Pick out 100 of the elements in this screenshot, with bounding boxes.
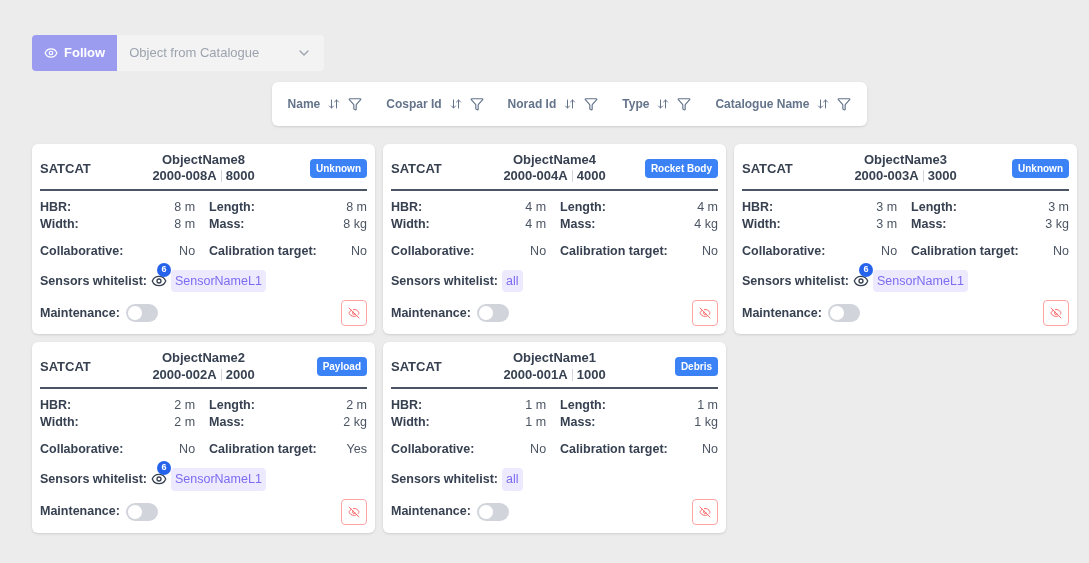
field-value: 1 m: [525, 413, 547, 431]
field-value: No: [178, 440, 196, 458]
field-value: 4 m: [696, 198, 718, 216]
field-value: 2 m: [174, 413, 196, 431]
maintenance-toggle[interactable]: [125, 304, 158, 323]
sensor-tag: all: [502, 269, 523, 293]
catalogue-name: SATCAT: [40, 357, 92, 376]
field-label: Sensors whitelist:: [40, 470, 147, 488]
eye-off-icon: [699, 307, 711, 320]
field-label: Mass:: [911, 215, 948, 233]
maintenance-toggle[interactable]: [827, 304, 860, 323]
norad-id: 3000: [927, 168, 957, 185]
field-label: HBR:: [391, 198, 424, 216]
field-value: 3 m: [876, 198, 898, 216]
cospar-id: 2000-008A: [152, 168, 217, 185]
hide-button[interactable]: [692, 498, 718, 525]
field-label: Sensors whitelist:: [742, 272, 849, 290]
field-value: No: [350, 242, 367, 260]
field-label: Width:: [391, 215, 431, 233]
cospar-id: 2000-001A: [503, 366, 568, 383]
catalogue-select[interactable]: Object from Catalogue: [117, 35, 325, 71]
column-name: Norad Id: [507, 96, 557, 113]
filter-icon[interactable]: [677, 97, 692, 111]
field-value: Yes: [345, 440, 367, 458]
filter-icon[interactable]: [584, 97, 599, 111]
maintenance-toggle[interactable]: [125, 502, 158, 521]
object-name: ObjectName2: [161, 350, 246, 367]
sort-icon[interactable]: [449, 98, 462, 110]
field-label: Sensors whitelist:: [391, 272, 498, 290]
field-value: No: [529, 242, 547, 260]
field-label: Width:: [742, 215, 782, 233]
field-value: 8 m: [345, 198, 367, 216]
sensor-tag: SensorNameL1: [171, 269, 266, 293]
field-label: Mass:: [209, 413, 246, 431]
field-label: Maintenance:: [742, 304, 822, 322]
filter-icon[interactable]: [837, 97, 852, 111]
count-badge: 6: [859, 262, 873, 277]
object-name: ObjectName4: [512, 152, 597, 169]
hide-button[interactable]: [341, 498, 367, 525]
field-value: 1 m: [696, 396, 718, 414]
follow-button[interactable]: Follow: [32, 35, 118, 71]
hide-button[interactable]: [1043, 300, 1069, 327]
maintenance-toggle[interactable]: [476, 304, 509, 323]
cospar-id: 2000-003A: [854, 168, 919, 185]
maintenance-toggle[interactable]: [476, 502, 509, 521]
field-label: Maintenance:: [40, 304, 120, 322]
field-label: Calibration target:: [560, 242, 669, 260]
catalogue-name: SATCAT: [40, 159, 92, 178]
column-name: Cospar Id: [386, 96, 442, 113]
field-label: HBR:: [742, 198, 775, 216]
field-label: Length:: [209, 396, 256, 414]
sort-icon[interactable]: [657, 98, 670, 110]
eye-off-icon: [1050, 307, 1062, 320]
field-value: 2 kg: [343, 413, 367, 431]
filter-icon[interactable]: [348, 97, 363, 111]
type-badge: Rocket Body: [644, 158, 718, 178]
object-name: ObjectName1: [512, 350, 597, 367]
sort-icon[interactable]: [817, 98, 830, 110]
field-label: Collaborative:: [742, 242, 827, 260]
hide-button[interactable]: [341, 300, 367, 327]
eye-off-icon: [348, 307, 360, 320]
field-label: Maintenance:: [391, 503, 471, 521]
field-label: Length:: [560, 396, 607, 414]
field-label: Length:: [560, 198, 607, 216]
object-name: ObjectName3: [863, 152, 948, 169]
field-label: Calibration target:: [209, 440, 318, 458]
eye-off-icon: [699, 505, 711, 518]
field-value: No: [880, 242, 898, 260]
type-badge: Payload: [316, 357, 367, 376]
cospar-id: 2000-002A: [152, 366, 217, 383]
hide-button[interactable]: [692, 300, 718, 327]
type-badge: Unknown: [310, 158, 367, 178]
eye-icon: [44, 46, 58, 60]
field-label: Maintenance:: [40, 503, 120, 521]
count-badge: 6: [157, 262, 171, 277]
sensor-tag: SensorNameL1: [171, 467, 266, 491]
field-label: Sensors whitelist:: [391, 470, 498, 488]
cospar-id: 2000-004A: [503, 168, 568, 185]
field-label: HBR:: [40, 198, 73, 216]
field-label: Length:: [911, 198, 958, 216]
column-name: Type: [622, 96, 650, 113]
field-value: 3 m: [876, 215, 898, 233]
field-value: 4 kg: [694, 215, 718, 233]
norad-id: 2000: [225, 366, 255, 383]
sort-icon[interactable]: [328, 98, 341, 110]
field-value: 2 m: [174, 396, 196, 414]
sort-icon[interactable]: [564, 98, 577, 110]
field-label: Calibration target:: [911, 242, 1020, 260]
field-label: Calibration target:: [560, 440, 669, 458]
type-badge: Unknown: [1012, 158, 1069, 178]
field-label: Collaborative:: [40, 440, 125, 458]
catalogue-name: SATCAT: [391, 357, 443, 376]
field-label: Sensors whitelist:: [40, 272, 147, 290]
filter-icon[interactable]: [469, 97, 484, 111]
field-value: 4 m: [525, 215, 547, 233]
field-value: 8 kg: [343, 215, 367, 233]
field-label: Collaborative:: [40, 242, 125, 260]
field-value: No: [529, 440, 547, 458]
field-value: 1 kg: [694, 413, 718, 431]
norad-id: 4000: [576, 168, 606, 185]
